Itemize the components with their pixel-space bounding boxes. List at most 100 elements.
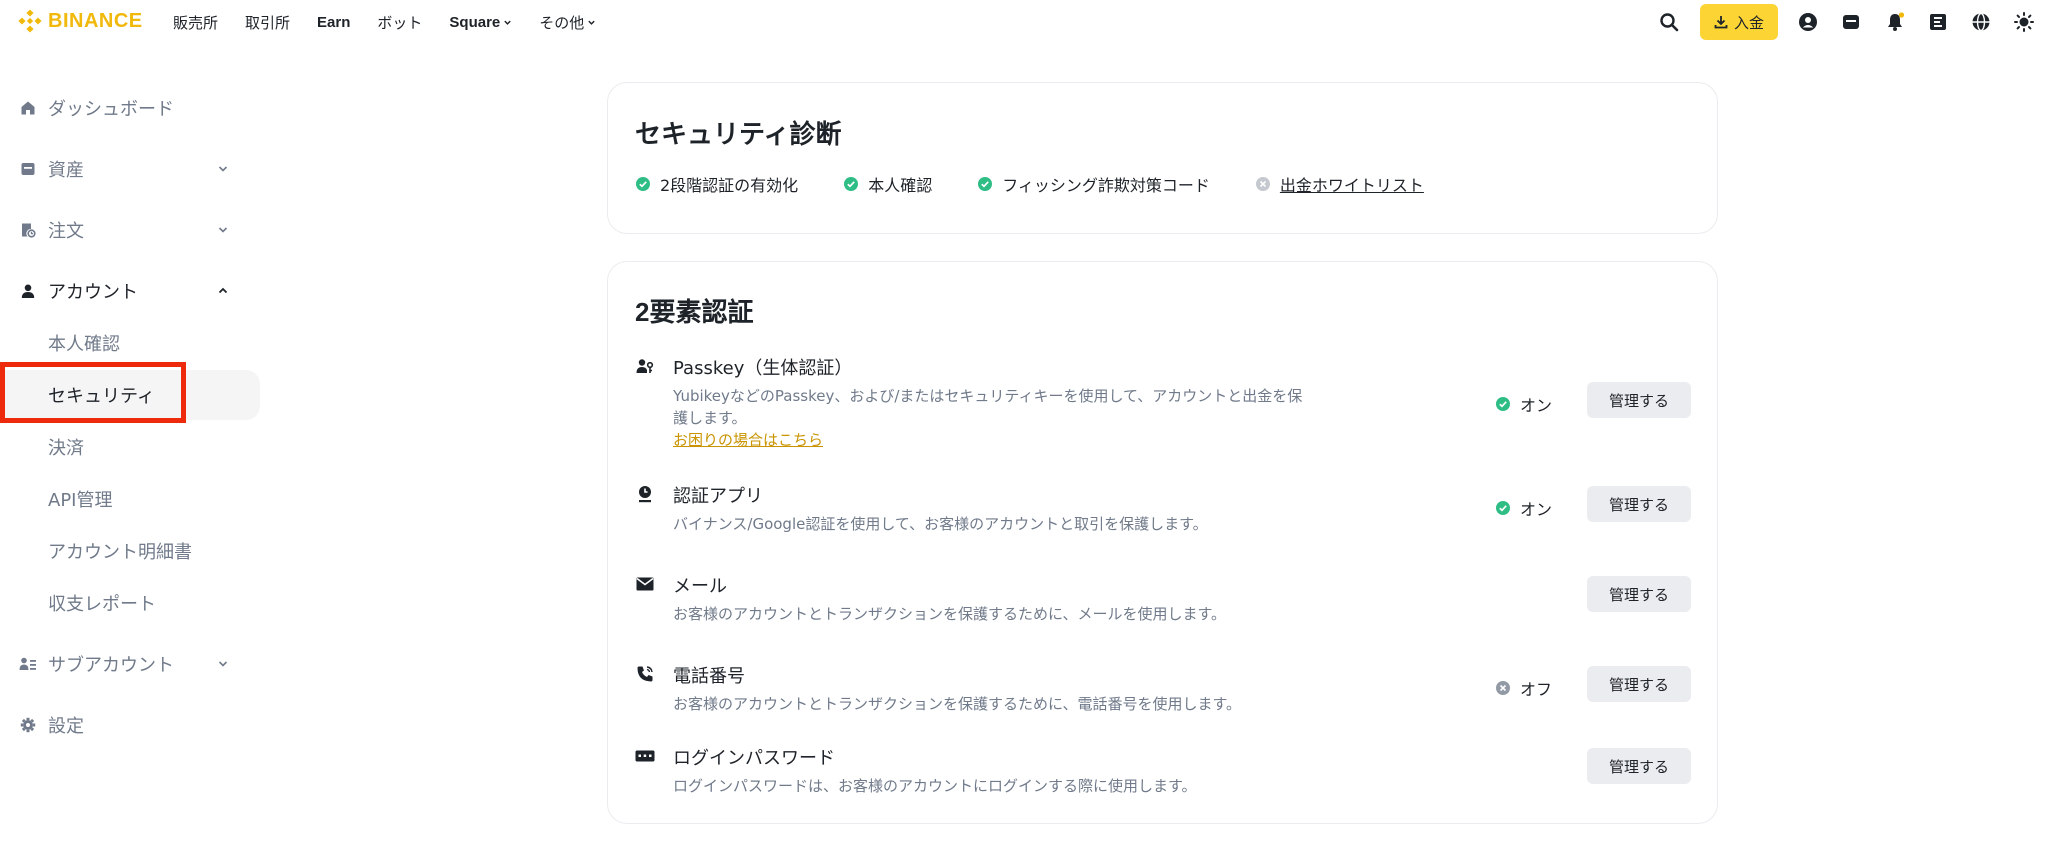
diagnosis-item-kyc: 本人確認 [844,172,932,196]
binance-logo[interactable]: BINANCE [18,9,143,33]
sidebar-subitem-label: 収支レポート [48,594,156,615]
sidebar-subitem-label: アカウント明細書 [48,542,192,563]
orders-icon [19,221,37,239]
status-label: オン [1520,500,1553,519]
auth-method-description: お客様のアカウントとトランザクションを保護するために、電話番号を使用します。 [673,695,1242,713]
manage-phone-button[interactable]: 管理する [1587,666,1691,702]
sidebar-subitem-label: 本人確認 [48,334,120,355]
auth-method-name: メール [673,576,727,597]
diagnosis-item-2fa: 2段階認証の有効化 [636,172,798,196]
sidebar-item-label: ダッシュボード [48,99,174,120]
deposit-button[interactable]: 入金 [1700,4,1778,40]
top-header: BINANCE 販売所 取引所 Earn ボット Square その他 入金 [0,0,2048,44]
user-icon [19,282,37,300]
nav-item-more[interactable]: その他 [539,12,596,33]
nav-item-bot[interactable]: ボット [377,12,422,33]
passkey-icon [635,356,655,376]
wallet-icon [19,160,37,178]
sidebar-item-account[interactable]: アカウント [0,271,240,311]
x-circle-icon [1496,681,1510,695]
check-circle-icon [978,177,993,191]
nav-item-sales[interactable]: 販売所 [173,12,218,33]
sidebar-subitem-statement[interactable]: アカウント明細書 [0,526,260,576]
auth-method-name: Passkey（生体認証） [673,358,853,379]
nav-item-square[interactable]: Square [449,14,512,31]
download-icon [1714,16,1728,29]
x-circle-icon [1255,177,1270,191]
sidebar-subitem-payment[interactable]: 決済 [0,422,260,472]
main-nav: 販売所 取引所 Earn ボット Square その他 [173,0,623,44]
status-badge: オフ [1496,676,1552,700]
two-factor-card: 2要素認証 Passkey（生体認証） YubikeyなどのPasskey、およ… [607,261,1718,824]
check-circle-icon [1496,501,1510,515]
user-icon[interactable] [1797,11,1819,33]
wallet-icon[interactable] [1840,11,1862,33]
home-icon [19,99,37,117]
sidebar-subitem-identity[interactable]: 本人確認 [0,318,260,368]
diagnosis-item-whitelist[interactable]: 出金ホワイトリスト [1255,172,1424,196]
diagnosis-link: 出金ホワイトリスト [1279,176,1424,195]
manage-authenticator-button[interactable]: 管理する [1587,486,1691,522]
chevron-down-icon [504,20,511,25]
security-diagnosis-card: セキュリティ診断 2段階認証の有効化 本人確認 フィッシング詐欺対策コード 出金… [607,82,1718,234]
sidebar-item-subaccount[interactable]: サブアカウント [0,644,240,684]
gear-icon [19,716,37,734]
chevron-down-icon [218,661,228,667]
subaccount-icon [19,655,37,673]
sidebar-item-label: 注文 [48,221,84,242]
auth-method-description: YubikeyなどのPasskey、および/またはセキュリティキーを使用して、ア… [673,387,1303,427]
auth-method-name: 認証アプリ [673,486,763,507]
auth-method-name: 電話番号 [673,666,745,687]
sidebar-subitem-api[interactable]: API管理 [0,474,260,524]
status-badge: オン [1496,392,1552,416]
check-circle-icon [1496,397,1510,411]
chevron-down-icon [588,20,595,25]
nav-label: Earn [317,13,351,31]
diagnosis-label: フィッシング詐欺対策コード [1002,176,1210,195]
nav-item-exchange[interactable]: 取引所 [245,12,290,33]
sidebar-item-orders[interactable]: 注文 [0,210,240,250]
manage-password-button[interactable]: 管理する [1587,748,1691,784]
selection-highlight-box [0,362,186,423]
brand-name: BINANCE [48,9,143,32]
authenticator-icon [635,484,655,504]
nav-item-earn[interactable]: Earn [317,14,350,31]
auth-method-name: ログインパスワード [673,748,835,769]
diagnosis-list: 2段階認証の有効化 本人確認 フィッシング詐欺対策コード 出金ホワイトリスト [636,172,1470,196]
bell-icon[interactable] [1884,11,1906,33]
help-link[interactable]: お困りの場合はこちら [673,429,823,450]
password-icon [635,746,655,766]
status-badge: オン [1496,496,1552,520]
diagnosis-label: 2段階認証の有効化 [660,176,799,195]
nav-label: ボット [377,13,423,32]
sidebar-item-dashboard[interactable]: ダッシュボード [0,88,240,128]
globe-icon[interactable] [1970,11,1992,33]
mail-icon [635,574,655,594]
status-label: オン [1520,396,1553,415]
auth-method-description: バイナンス/Google認証を使用して、お客様のアカウントと取引を保護します。 [673,515,1208,533]
diagnosis-label: 本人確認 [868,176,933,195]
card-title: セキュリティ診断 [635,119,842,149]
sidebar-subitem-report[interactable]: 収支レポート [0,578,260,628]
sidebar-item-assets[interactable]: 資産 [0,149,240,189]
nav-label: 取引所 [245,13,291,32]
sidebar-subitem-label: API管理 [48,490,113,511]
nav-label: 販売所 [173,13,219,32]
sidebar-item-settings[interactable]: 設定 [0,705,240,745]
sidebar-subitem-label: 決済 [48,438,84,459]
manage-email-button[interactable]: 管理する [1587,576,1691,612]
auth-method-description: お客様のアカウントとトランザクションを保護するために、メールを使用します。 [673,605,1227,623]
manage-passkey-button[interactable]: 管理する [1587,382,1691,418]
chevron-down-icon [218,227,228,233]
chevron-up-icon [218,287,228,294]
sidebar-item-label: アカウント [48,282,138,303]
theme-icon[interactable] [2013,11,2035,33]
sidebar-item-label: サブアカウント [48,655,174,676]
binance-logo-icon [18,9,42,33]
chevron-down-icon [218,166,228,172]
qr-download-icon[interactable] [1927,11,1949,33]
deposit-label: 入金 [1733,13,1764,32]
search-icon[interactable] [1658,11,1680,33]
sidebar-item-label: 設定 [48,716,84,737]
card-title: 2要素認証 [635,297,754,327]
